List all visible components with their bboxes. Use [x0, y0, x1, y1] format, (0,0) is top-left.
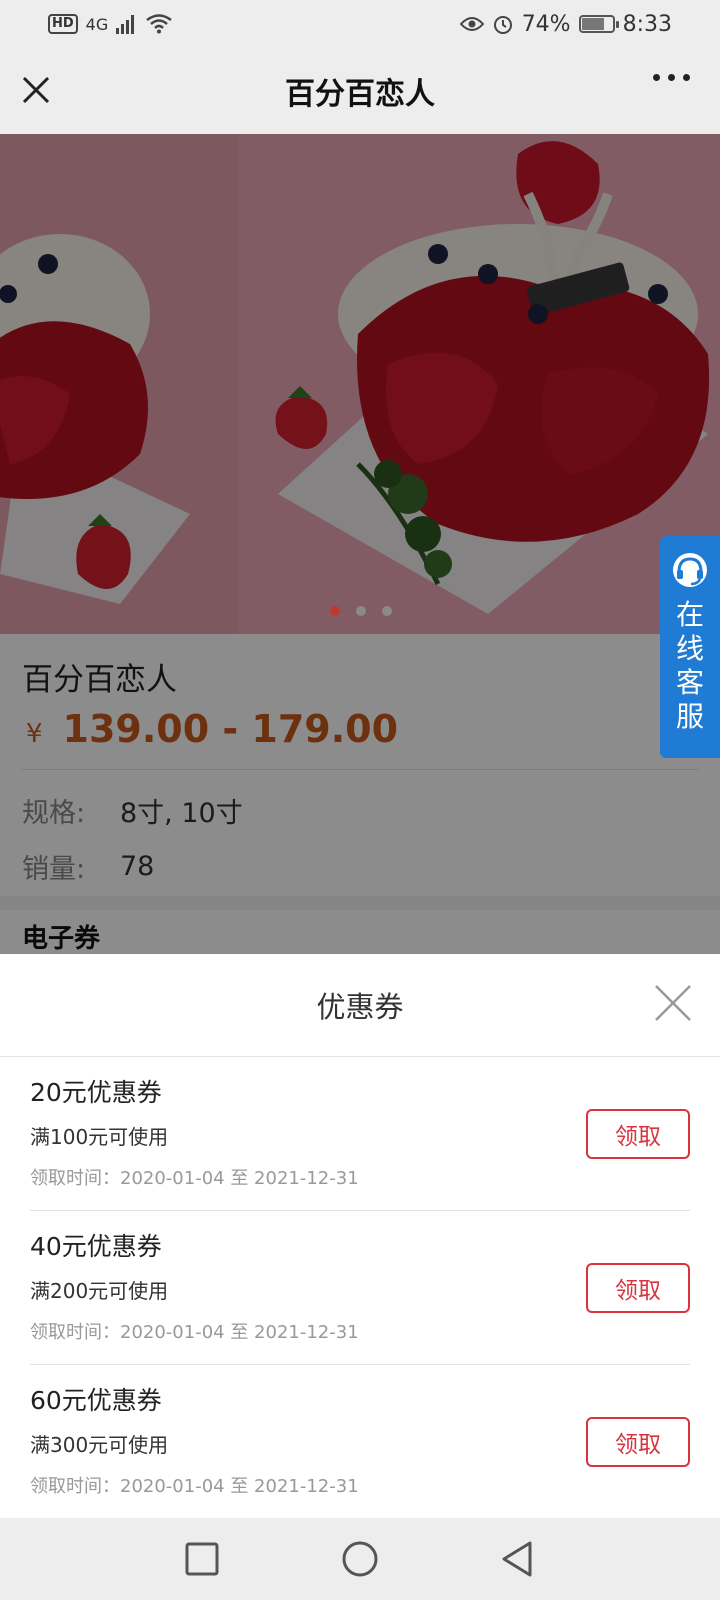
coupon-item: 20元优惠券 满100元可使用 领取时间：2020-01-04 至 2021-1… — [30, 1057, 690, 1211]
carousel-dot[interactable] — [356, 606, 366, 616]
claim-coupon-button[interactable]: 领取 — [586, 1263, 690, 1313]
hd-indicator: HD — [48, 14, 78, 34]
carousel-dot[interactable] — [382, 606, 392, 616]
battery-icon — [578, 15, 619, 33]
coupon-item: 40元优惠券 满200元可使用 领取时间：2020-01-04 至 2021-1… — [30, 1211, 690, 1365]
home-icon[interactable] — [340, 1539, 380, 1579]
signal-icon — [116, 15, 135, 34]
status-right: 74% 8:33 — [459, 11, 672, 37]
sheet-title: 优惠券 — [316, 990, 404, 1024]
back-icon[interactable] — [498, 1539, 538, 1579]
coupon-sheet: 优惠券 20元优惠券 满100元可使用 领取时间：2020-01-04 至 20… — [0, 954, 720, 1518]
status-left: HD 4G — [48, 14, 172, 34]
carousel-dot[interactable] — [330, 606, 340, 616]
network-type: 4G — [85, 14, 109, 34]
coupon-time: 领取时间：2020-01-04 至 2021-12-31 — [30, 1322, 359, 1343]
clock: 8:33 — [622, 11, 672, 37]
page-title: 百分百恋人 — [285, 77, 435, 112]
close-icon[interactable] — [22, 76, 50, 104]
sheet-header: 优惠券 — [0, 954, 720, 1057]
coupon-title: 40元优惠券 — [30, 1232, 162, 1261]
status-bar: HD 4G 74% 8:33 — [0, 0, 720, 48]
recents-icon[interactable] — [182, 1539, 222, 1579]
title-bar: 百分百恋人 — [0, 48, 720, 134]
carousel-indicators — [330, 606, 392, 616]
modal-backdrop[interactable] — [0, 134, 720, 954]
eye-icon — [459, 17, 484, 31]
sheet-close-icon[interactable] — [654, 984, 692, 1022]
customer-service-label: 在线客服 — [675, 598, 704, 733]
battery-percent: 74% — [521, 11, 571, 37]
coupon-item: 60元优惠券 满300元可使用 领取时间：2020-01-04 至 2021-1… — [30, 1365, 690, 1519]
coupon-title: 60元优惠券 — [30, 1386, 162, 1415]
system-nav-bar — [0, 1518, 720, 1600]
wifi-icon — [146, 14, 172, 34]
claim-coupon-button[interactable]: 领取 — [586, 1109, 690, 1159]
headset-icon — [673, 553, 707, 587]
coupon-time: 领取时间：2020-01-04 至 2021-12-31 — [30, 1168, 359, 1189]
coupon-title: 20元优惠券 — [30, 1078, 162, 1107]
alarm-icon — [493, 16, 512, 34]
claim-coupon-button[interactable]: 领取 — [586, 1417, 690, 1467]
coupon-list: 20元优惠券 满100元可使用 领取时间：2020-01-04 至 2021-1… — [0, 1057, 720, 1519]
customer-service-button[interactable]: 在线客服 — [660, 536, 720, 758]
coupon-time: 领取时间：2020-01-04 至 2021-12-31 — [30, 1476, 359, 1497]
more-menu-icon[interactable] — [653, 74, 690, 81]
